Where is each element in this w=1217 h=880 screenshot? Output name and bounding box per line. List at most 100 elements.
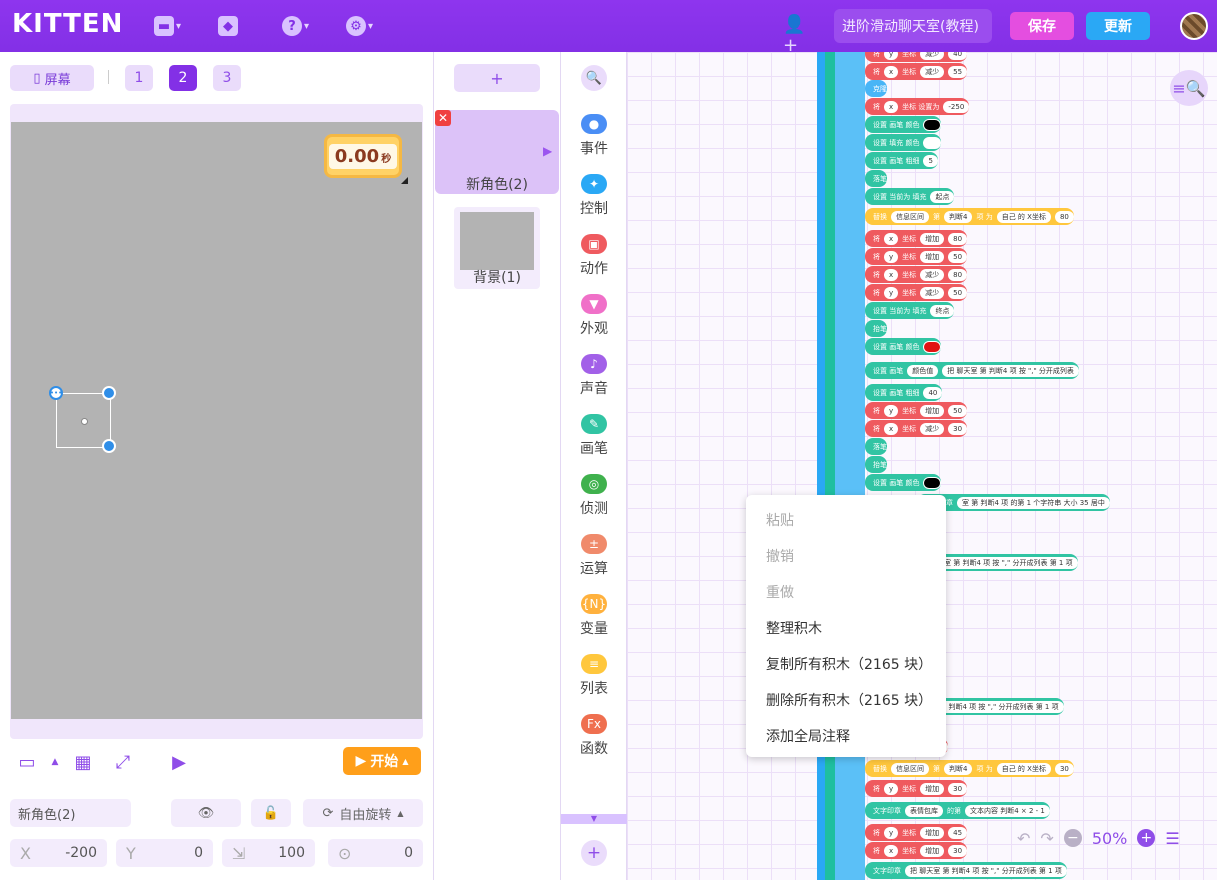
page-tab-3[interactable]: 3: [213, 65, 241, 91]
code-block[interactable]: 将 x 坐标 增加 80: [865, 230, 968, 247]
code-block[interactable]: 文字印章把 聊天室 第 判断4 项 按 "," 分开成列表 第 1 项: [865, 862, 1067, 879]
stage-size-icon[interactable]: ▭: [16, 751, 38, 773]
code-block[interactable]: 将 x 坐标 设置为 -250: [865, 98, 970, 115]
help-icon[interactable]: ? ▾: [282, 14, 309, 38]
category-1[interactable]: ✦ 控制: [561, 174, 627, 230]
block-part: 自己 的 X坐标: [996, 210, 1051, 223]
context-menu-item: 撤销: [766, 549, 794, 565]
timer-widget[interactable]: 0.00 秒: [324, 134, 402, 178]
category-7[interactable]: ± 运算: [561, 534, 627, 590]
code-block[interactable]: 将 x 坐标 减少 80: [865, 266, 968, 283]
sprite-name-input[interactable]: 新角色(2): [10, 799, 131, 827]
category-10[interactable]: Fx 函数: [561, 714, 627, 770]
fullscreen-icon[interactable]: ⤢: [112, 751, 134, 773]
code-block[interactable]: 替换 信息区间第判断4 项 为自己 的 X坐标 30: [865, 760, 1074, 777]
category-0[interactable]: ● 事件: [561, 114, 627, 170]
user-avatar[interactable]: [1180, 12, 1208, 40]
context-menu-item[interactable]: 添加全局注释: [746, 718, 946, 754]
color-swatch[interactable]: [923, 476, 942, 489]
code-block[interactable]: 将 x 坐标 减少 55: [865, 63, 968, 80]
category-8[interactable]: {N} 变量: [561, 594, 627, 650]
color-swatch[interactable]: [923, 136, 942, 149]
category-9[interactable]: ≡ 列表: [561, 654, 627, 710]
zoom-in-button[interactable]: +: [1137, 829, 1156, 847]
category-4[interactable]: ♪ 声音: [561, 354, 627, 410]
undo-icon[interactable]: ↶: [1017, 829, 1030, 848]
screen-toggle-button[interactable]: ▯ 屏幕: [10, 65, 94, 91]
category-scroll-indicator[interactable]: ▼: [561, 814, 627, 824]
expand-arrow-icon[interactable]: ▶: [543, 144, 552, 158]
color-swatch[interactable]: [923, 340, 942, 353]
update-button[interactable]: 更新: [1086, 12, 1150, 40]
code-block[interactable]: 替换 信息区间第判断4 项 为自己 的 X坐标 80: [865, 208, 1074, 225]
x-coordinate-field[interactable]: X -200: [10, 839, 107, 867]
add-sprite-button[interactable]: +: [454, 64, 540, 92]
visibility-eye-icon[interactable]: 👁: [171, 799, 241, 827]
code-block[interactable]: 抬笔: [865, 320, 887, 337]
code-block[interactable]: 文字印章 表情包库 的第 文本内容 判断4 × 2 - 1: [865, 802, 1050, 819]
stage-canvas[interactable]: 0.00 秒 •••: [11, 122, 422, 719]
code-block[interactable]: 设置 画笔 颜色值把 聊天室 第 判断4 项 按 "," 分开成列表: [865, 362, 1079, 379]
code-block[interactable]: 将 y 坐标 减少 50: [865, 284, 968, 301]
file-menu-icon[interactable]: ▬ ▾: [154, 14, 181, 38]
delete-sprite-icon[interactable]: ✕: [435, 110, 451, 126]
start-button[interactable]: ▶ 开始 ▲: [343, 747, 421, 775]
page-tab-1[interactable]: 1: [125, 65, 153, 91]
more-options-handle[interactable]: •••: [49, 386, 63, 400]
code-block[interactable]: 设置 画笔 粗细 5: [865, 152, 938, 169]
size-dropdown-icon[interactable]: ▲: [44, 751, 66, 773]
grid-icon[interactable]: ▦: [72, 751, 94, 773]
add-extension-button[interactable]: +: [581, 840, 607, 866]
code-block[interactable]: 设置 填充 颜色: [865, 134, 942, 151]
zoom-out-button[interactable]: −: [1063, 829, 1082, 847]
code-block[interactable]: 将 y 坐标 减少 40: [865, 52, 968, 62]
resize-handle[interactable]: [401, 177, 408, 184]
settings-gear-icon[interactable]: ⚙ ▾: [346, 14, 373, 38]
context-menu-item[interactable]: 复制所有积木（2165 块）: [746, 646, 946, 682]
context-menu-item[interactable]: 删除所有积木（2165 块）: [746, 682, 946, 718]
scale-handle[interactable]: [102, 439, 116, 453]
code-block[interactable]: 将 y 坐标 增加 30: [865, 780, 968, 797]
code-block[interactable]: 设置 当前为 填充 起点: [865, 188, 955, 205]
selected-sprite-box[interactable]: •••: [49, 386, 116, 453]
category-2[interactable]: ▣ 动作: [561, 234, 627, 290]
block-part: 文字印章: [873, 806, 901, 815]
sprite-card[interactable]: ✕ ▶ 新角色(2): [435, 110, 559, 194]
code-block[interactable]: 抬笔: [865, 456, 887, 473]
code-block[interactable]: 设置 画笔 颜色: [865, 338, 942, 355]
code-block[interactable]: 将 y 坐标 增加 45: [865, 824, 968, 841]
code-block[interactable]: 将 y 坐标 增加 50: [865, 402, 968, 419]
code-block[interactable]: 落笔: [865, 438, 887, 455]
redo-icon[interactable]: ↷: [1040, 829, 1053, 848]
add-collaborator-icon[interactable]: 👤+: [783, 14, 809, 56]
code-block[interactable]: 将 y 坐标 增加 50: [865, 248, 968, 265]
background-card[interactable]: 背景(1): [454, 207, 540, 289]
workspace-search-icon[interactable]: ≡🔍: [1170, 70, 1208, 106]
code-block[interactable]: 设置 当前为 填充 终点: [865, 302, 955, 319]
rotation-mode-select[interactable]: ⟳ 自由旋转 ▲: [303, 799, 423, 827]
y-coordinate-field[interactable]: Y0: [116, 839, 213, 867]
save-button[interactable]: 保存: [1010, 12, 1074, 40]
category-3[interactable]: ▼ 外观: [561, 294, 627, 350]
play-preview-icon[interactable]: ▶: [168, 751, 190, 773]
lock-icon[interactable]: 🔓: [251, 799, 291, 827]
code-block[interactable]: 落笔: [865, 170, 887, 187]
page-tab-2[interactable]: 2: [169, 65, 197, 91]
align-blocks-icon[interactable]: ☰: [1165, 829, 1179, 848]
code-block[interactable]: 将 x 坐标 减少 30: [865, 420, 968, 437]
code-block[interactable]: 将 x 坐标 增加 30: [865, 842, 968, 859]
code-block[interactable]: 设置 画笔 颜色: [865, 116, 942, 133]
backpack-icon[interactable]: ◆: [218, 14, 238, 38]
rotate-handle[interactable]: [102, 386, 116, 400]
code-block[interactable]: 设置 画笔 粗细 40: [865, 384, 943, 401]
context-menu-item[interactable]: 整理积木: [746, 610, 946, 646]
size-field[interactable]: ⇲ 100: [222, 839, 315, 867]
category-5[interactable]: ✎ 画笔: [561, 414, 627, 470]
project-name-field[interactable]: 进阶滑动聊天室(教程): [834, 9, 992, 43]
code-block[interactable]: 设置 画笔 颜色: [865, 474, 942, 491]
color-swatch[interactable]: [923, 118, 942, 131]
block-search-icon[interactable]: 🔍: [581, 65, 607, 91]
direction-field[interactable]: ⊙ 0: [328, 839, 423, 867]
category-6[interactable]: ◎ 侦测: [561, 474, 627, 530]
code-block[interactable]: 克隆: [865, 80, 887, 97]
